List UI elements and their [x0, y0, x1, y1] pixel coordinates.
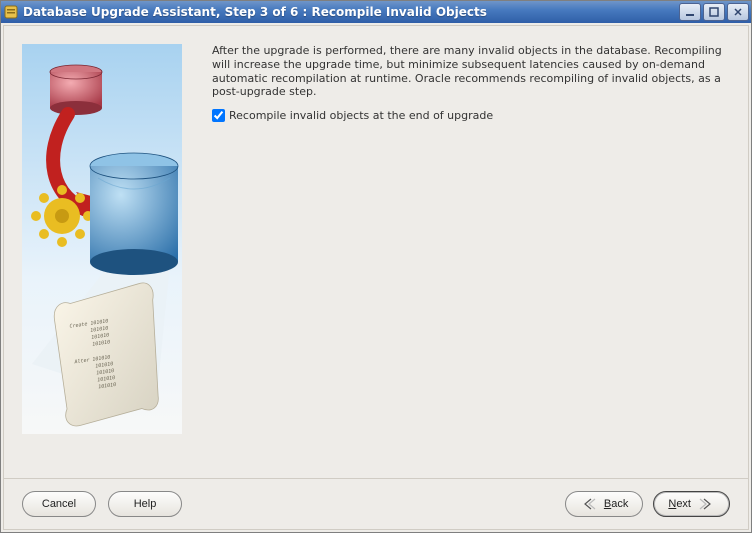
wizard-footer: Cancel Help Back Next — [4, 478, 748, 529]
help-button[interactable]: Help — [108, 491, 182, 517]
next-button[interactable]: Next — [653, 491, 730, 517]
back-button[interactable]: Back — [565, 491, 643, 517]
recompile-checkbox[interactable] — [212, 109, 225, 122]
window-title: Database Upgrade Assistant, Step 3 of 6 … — [23, 5, 679, 19]
titlebar: Database Upgrade Assistant, Step 3 of 6 … — [1, 1, 751, 23]
description-paragraph: After the upgrade is performed, there ar… — [212, 44, 730, 99]
recompile-checkbox-label: Recompile invalid objects at the end of … — [229, 109, 493, 122]
wizard-panel: Create 101010 101010 101010 101010 Alter… — [3, 25, 749, 530]
close-button[interactable] — [727, 3, 749, 21]
chevron-right-icon — [697, 497, 715, 511]
window: Database Upgrade Assistant, Step 3 of 6 … — [0, 0, 752, 533]
wizard-illustration: Create 101010 101010 101010 101010 Alter… — [22, 44, 182, 474]
recompile-checkbox-row[interactable]: Recompile invalid objects at the end of … — [212, 109, 730, 122]
minimize-button[interactable] — [679, 3, 701, 21]
text-area: After the upgrade is performed, there ar… — [212, 44, 730, 474]
chevron-left-icon — [580, 497, 598, 511]
next-button-label: Next — [668, 498, 691, 510]
cancel-button[interactable]: Cancel — [22, 491, 96, 517]
back-button-label: Back — [604, 498, 628, 510]
maximize-button[interactable] — [703, 3, 725, 21]
app-icon — [3, 4, 19, 20]
main-content: Create 101010 101010 101010 101010 Alter… — [4, 26, 748, 478]
